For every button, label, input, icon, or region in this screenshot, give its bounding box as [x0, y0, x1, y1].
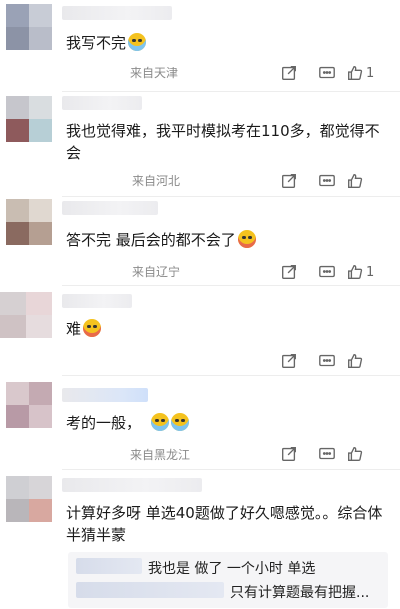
reply-preview[interactable]: 我也是 做了 一个小时 单选 只有计算题最有把握... [68, 552, 388, 608]
reply-button[interactable] [308, 351, 346, 371]
crying-emoji-icon [151, 413, 170, 431]
thumbs-up-icon [348, 265, 363, 279]
reply-username-blurred [76, 558, 142, 574]
like-button[interactable] [346, 351, 386, 371]
comment-item: 答不完 最后会的都不会了 来自辽宁 1 [0, 197, 400, 286]
reply-button[interactable] [308, 63, 346, 83]
username-blurred[interactable] [62, 294, 132, 308]
reply-username-blurred [76, 582, 224, 598]
like-button[interactable]: 1 [346, 63, 386, 83]
share-button[interactable] [270, 444, 308, 464]
reply-button[interactable] [308, 444, 346, 464]
comment-item: 难 [0, 286, 400, 376]
share-icon [282, 354, 296, 368]
reply-text: 只有计算题最有把握... [230, 585, 370, 601]
reply-text: 我也是 做了 一个小时 单选 [148, 561, 316, 577]
avatar[interactable] [0, 292, 52, 338]
thumbs-up-icon [348, 66, 363, 80]
like-count: 1 [366, 65, 375, 81]
share-icon [282, 174, 296, 188]
share-button[interactable] [270, 262, 308, 282]
location-label: 来自天津 [130, 66, 179, 80]
comment-actions [270, 351, 386, 371]
location-label: 来自辽宁 [132, 265, 181, 279]
location-label: 来自河北 [132, 174, 181, 188]
like-button[interactable]: 1 [346, 262, 386, 282]
comment-icon [319, 174, 335, 187]
avatar[interactable] [6, 199, 52, 245]
avatar[interactable] [6, 4, 52, 50]
comment-icon [319, 447, 335, 460]
comment-actions [270, 171, 386, 191]
laughing-emoji-icon [83, 319, 102, 337]
comment-text: 答不完 最后会的都不会了 [66, 229, 386, 251]
laughing-emoji-icon [237, 230, 256, 248]
thumbs-up-icon [348, 174, 363, 188]
thumbs-up-icon [348, 354, 363, 368]
comment-actions: 1 [270, 262, 386, 282]
share-icon [282, 66, 296, 80]
thumbs-up-icon [348, 447, 363, 461]
comment-item: 考的一般， 来自黑龙江 [0, 376, 400, 470]
comment-text-content: 难 [66, 320, 82, 338]
username-blurred[interactable] [62, 6, 172, 20]
avatar[interactable] [6, 382, 52, 428]
username-blurred[interactable] [62, 478, 202, 492]
share-icon [282, 447, 296, 461]
comment-item: 计算好多呀 单选40题做了好久嗯感觉。。综合体半猜半蒙 我也是 做了 一个小时 … [0, 470, 400, 609]
comment-actions: 1 [270, 63, 386, 83]
comment-text: 我写不完 [66, 32, 386, 54]
comment-icon [319, 354, 335, 367]
reply-button[interactable] [308, 171, 346, 191]
share-button[interactable] [270, 63, 308, 83]
username-blurred[interactable] [62, 96, 142, 110]
like-button[interactable] [346, 171, 386, 191]
comment-text: 考的一般， [66, 412, 386, 434]
avatar[interactable] [6, 476, 52, 522]
share-icon [282, 265, 296, 279]
crying-emoji-icon [128, 33, 147, 51]
comment-icon [319, 265, 335, 278]
reply-button[interactable] [308, 262, 346, 282]
comment-text: 难 [66, 318, 386, 340]
avatar[interactable] [6, 96, 52, 142]
comment-icon [319, 66, 335, 79]
comment-text: 我也觉得难，我平时模拟考在110多，都觉得不会 [66, 122, 380, 162]
comment-text-content: 我写不完 [66, 34, 127, 52]
comment-item: 我也觉得难，我平时模拟考在110多，都觉得不会 来自河北 [0, 92, 400, 197]
comment-actions [270, 444, 386, 464]
username-blurred[interactable] [62, 201, 158, 215]
location-label: 来自黑龙江 [130, 448, 191, 462]
like-button[interactable] [346, 444, 386, 464]
crying-emoji-icon [171, 413, 190, 431]
username-blurred[interactable] [62, 388, 148, 402]
comment-text: 计算好多呀 单选40题做了好久嗯感觉。。综合体半猜半蒙 [66, 504, 383, 544]
comment-item: 我写不完 来自天津 1 [0, 0, 400, 92]
like-count: 1 [366, 264, 375, 280]
comment-text-content: 答不完 最后会的都不会了 [66, 231, 236, 249]
share-button[interactable] [270, 171, 308, 191]
share-button[interactable] [270, 351, 308, 371]
comment-text-content: 考的一般， [66, 414, 142, 432]
